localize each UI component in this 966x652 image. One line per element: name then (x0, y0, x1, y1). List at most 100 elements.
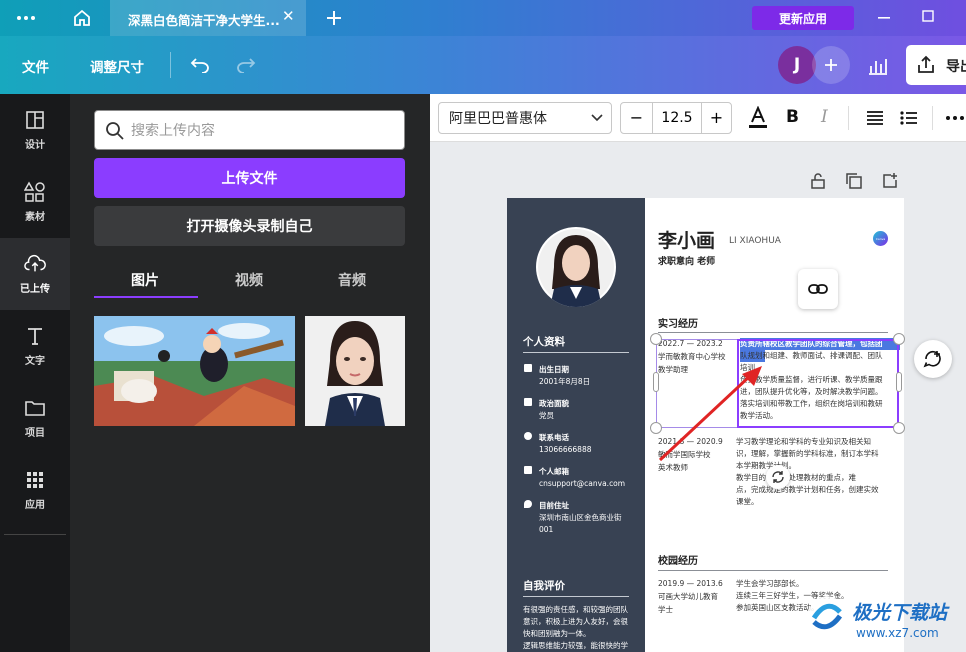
format-divider (848, 106, 849, 130)
resize-menu[interactable]: 调整尺寸 (90, 56, 144, 76)
email-value: cnsupport@canva.com (539, 479, 626, 488)
tab-images[interactable]: 图片 (131, 270, 159, 290)
rail-item-projects[interactable]: 项目 (0, 382, 70, 454)
update-app-label: 更新应用 (778, 11, 827, 26)
insights-icon[interactable] (860, 50, 896, 82)
rail-item-design[interactable]: 设计 (0, 94, 70, 166)
rail-item-uploads[interactable]: 已上传 (0, 238, 70, 310)
shapes-icon (24, 181, 46, 203)
tab-title: 深黑白色简洁干净大学生... (128, 13, 280, 28)
lock-icon[interactable] (808, 171, 828, 191)
font-size-value[interactable]: 12.5 (653, 110, 701, 126)
upload-files-button[interactable]: 上传文件 (94, 158, 405, 198)
more-icon[interactable] (14, 8, 38, 28)
maximize-icon[interactable] (918, 6, 938, 26)
tab-videos[interactable]: 视频 (235, 270, 263, 290)
self-eval-line: 有很强的责任感，和较强的团队 (523, 605, 628, 614)
rail-item-text[interactable]: 文字 (0, 310, 70, 382)
politics-label: 政治面貌 (539, 399, 569, 408)
title-bar: 深黑白色简洁干净大学生... ✕ 更新应用 (0, 0, 966, 36)
resume-name[interactable]: 李小画 (658, 226, 715, 253)
record-yourself-label: 打开摄像头录制自己 (186, 219, 313, 235)
font-family-select[interactable]: 阿里巴巴普惠体 (438, 102, 612, 134)
rail-item-elements[interactable]: 素材 (0, 166, 70, 238)
resize-handle[interactable] (650, 333, 662, 345)
campus-rule (658, 570, 888, 571)
resume-sidebar: 个人资料 出生日期 2001年8月8日 政治面貌 党员 联系电话 1306666… (507, 198, 645, 652)
campus-heading: 校园经历 (658, 556, 698, 567)
upload-files-label: 上传文件 (221, 171, 278, 187)
watermark-logo-icon (808, 596, 846, 634)
profile-photo[interactable] (536, 227, 616, 307)
add-page-icon[interactable] (880, 171, 900, 191)
format-divider-2 (932, 106, 933, 130)
search-placeholder: 搜索上传内容 (131, 123, 215, 139)
rail-label-uploads: 已上传 (20, 284, 50, 295)
record-yourself-button[interactable]: 打开摄像头录制自己 (94, 206, 405, 246)
uploaded-image-portrait[interactable] (305, 316, 405, 426)
side-handle[interactable] (896, 372, 902, 392)
file-menu[interactable]: 文件 (22, 56, 49, 76)
intern-2-desc-line: 点，完成规定的教学计划和任务，创建实效 (736, 485, 879, 494)
list-icon[interactable] (898, 106, 920, 130)
align-icon[interactable] (864, 106, 886, 130)
update-app-button[interactable]: 更新应用 (752, 6, 854, 30)
close-tab-icon[interactable]: ✕ (282, 7, 295, 25)
italic-button[interactable]: I (821, 107, 828, 127)
layout-icon (24, 109, 46, 131)
self-eval-rule (523, 596, 629, 597)
rail-label-apps: 应用 (25, 500, 45, 511)
font-size-increase-button[interactable]: + (701, 103, 731, 133)
resume-name-pinyin: LI XIAOHUA (729, 236, 781, 246)
canva-badge-text: Canva (875, 236, 886, 241)
personal-info-heading: 个人资料 (523, 336, 565, 348)
resize-handle[interactable] (893, 422, 905, 434)
more-options-icon[interactable] (944, 106, 966, 130)
phone-label: 联系电话 (539, 433, 569, 442)
bold-button[interactable]: B (786, 107, 799, 127)
birth-label: 出生日期 (539, 365, 569, 374)
location-icon (524, 500, 532, 508)
rail-label-design: 设计 (25, 140, 45, 151)
folder-icon (24, 397, 46, 419)
redo-icon[interactable] (234, 53, 258, 77)
share-icon (918, 55, 934, 73)
avatar[interactable]: J (778, 46, 816, 84)
grid-icon (24, 469, 46, 491)
link-icon[interactable] (798, 269, 838, 309)
watermark: 极光下载站 www.xz7.com (806, 588, 966, 652)
search-input[interactable]: 搜索上传内容 (94, 110, 405, 150)
address-line-2: 001 (539, 525, 554, 534)
self-eval-heading: 自我评价 (523, 580, 565, 592)
toolbar-divider (170, 52, 171, 78)
tab-document[interactable]: 深黑白色简洁干净大学生... ✕ (110, 0, 306, 36)
font-size-decrease-button[interactable]: − (621, 103, 653, 133)
undo-icon[interactable] (188, 53, 212, 77)
cloud-upload-icon (24, 253, 46, 275)
duplicate-page-icon[interactable] (844, 171, 864, 191)
add-comment-icon[interactable] (914, 340, 952, 378)
resume-objective: 求职意向 老师 (658, 257, 716, 267)
rail-item-apps[interactable]: 应用 (0, 454, 70, 526)
intern-2-desc-line: 教学目的，恰当处理教材的重点，难 (736, 473, 856, 482)
minimize-icon[interactable] (874, 8, 894, 28)
self-eval-line: 意识，积极上进为人友好，会很 (523, 617, 628, 626)
font-size-stepper[interactable]: − 12.5 + (620, 102, 732, 134)
text-color-icon[interactable] (746, 104, 770, 132)
new-tab-icon[interactable] (322, 6, 346, 30)
campus-1-date: 2019.9 — 2013.6 (658, 579, 723, 588)
text-format-bar: 阿里巴巴普惠体 − 12.5 + B I (430, 94, 966, 142)
home-icon[interactable] (70, 6, 94, 30)
calendar-icon (524, 364, 532, 372)
watermark-brand: 极光下载站 (852, 602, 948, 624)
id-card-icon (524, 398, 532, 406)
internship-heading: 实习经历 (658, 319, 698, 330)
export-button[interactable]: 导出 (906, 45, 966, 85)
font-family-value: 阿里巴巴普惠体 (449, 111, 547, 127)
email-label: 个人邮箱 (539, 467, 569, 476)
add-people-icon[interactable] (812, 46, 850, 84)
tab-audio[interactable]: 音频 (338, 270, 366, 290)
campus-1-desc-line: 学生会学习部部长。 (736, 579, 804, 588)
resize-handle[interactable] (893, 333, 905, 345)
uploaded-image-anime[interactable] (94, 316, 295, 426)
